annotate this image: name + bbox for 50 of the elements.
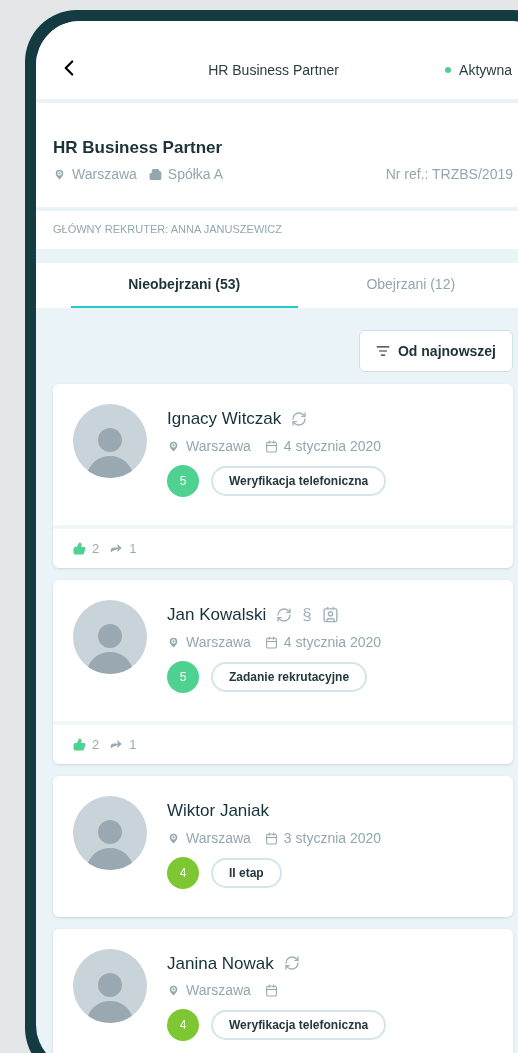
- status-text: Aktywna: [459, 60, 512, 80]
- stage-tag: Weryfikacja telefoniczna: [211, 1010, 387, 1040]
- thumbs-up-icon: [73, 737, 86, 751]
- job-reference: Nr ref.: TRZBS/2019: [385, 165, 513, 185]
- sync-icon: [276, 606, 293, 623]
- date-text: 4 stycznia 2020: [283, 436, 382, 456]
- candidate-name: Janina Nowak: [167, 952, 274, 975]
- candidate-name: Wiktor Janiak: [167, 800, 270, 822]
- candidate-card[interactable]: Jan Kowalski § Warszawa 4 stycznia 2020 5 Zadanie rekrutacyjne 2 1: [53, 580, 513, 764]
- recruiter-text: GŁÓWNY REKRUTER: ANNA JANUSZEWICZ: [53, 222, 282, 238]
- candidate-card[interactable]: Wiktor Janiak Warszawa 3 stycznia 2020 4 II etap: [53, 776, 513, 917]
- tab[interactable]: Nieobejrzani (53): [71, 262, 298, 308]
- location-pin-icon: [53, 168, 66, 182]
- candidate-card[interactable]: Janina Nowak Warszawa 4 Weryfikacja telefoniczna: [53, 928, 513, 1053]
- location-text: Warszawa: [186, 981, 251, 1000]
- location-pin-icon: [167, 831, 180, 845]
- location-text: Warszawa: [186, 632, 251, 652]
- calendar-icon: [264, 831, 278, 845]
- stage-tag: Weryfikacja telefoniczna: [211, 465, 387, 496]
- building-icon: [148, 168, 162, 182]
- paragraph-sign: §: [302, 606, 312, 624]
- shares-count: 1: [129, 735, 137, 754]
- filter-icon: [376, 344, 390, 358]
- stage-tag: II etap: [211, 857, 282, 888]
- job-title: HR Business Partner: [53, 136, 224, 159]
- candidate-card[interactable]: Ignacy Witczak Warszawa 4 stycznia 2020 5 Weryfikacja telefoniczna 2 1: [53, 384, 513, 568]
- thumbs-up-icon: [73, 541, 86, 555]
- top-bar-title: HR Business Partner: [207, 60, 340, 80]
- calendar-icon: [264, 439, 278, 453]
- candidate-name: Ignacy Witczak: [167, 408, 282, 430]
- job-location: Warszawa: [72, 165, 137, 185]
- date-text: 4 stycznia 2020: [283, 632, 382, 652]
- date-text: 3 stycznia 2020: [283, 828, 382, 848]
- candidate-name: Jan Kowalski: [167, 604, 267, 626]
- likes-count: 2: [92, 539, 100, 558]
- location-pin-icon: [167, 439, 180, 453]
- location-pin-icon: [167, 635, 180, 649]
- calendar-icon: [264, 984, 278, 997]
- sync-icon: [291, 410, 308, 427]
- likes-count: 2: [92, 735, 100, 754]
- location-text: Warszawa: [186, 436, 251, 456]
- calendar-icon: [264, 635, 278, 649]
- id-card-icon: [321, 606, 339, 624]
- job-company: Spółka A: [167, 165, 224, 185]
- sort-button[interactable]: Od najnowszej: [359, 330, 513, 372]
- location-pin-icon: [167, 984, 180, 997]
- location-text: Warszawa: [186, 828, 251, 848]
- shares-count: 1: [129, 539, 137, 558]
- sync-icon: [283, 955, 300, 972]
- stage-tag: Zadanie rekrutacyjne: [211, 661, 368, 692]
